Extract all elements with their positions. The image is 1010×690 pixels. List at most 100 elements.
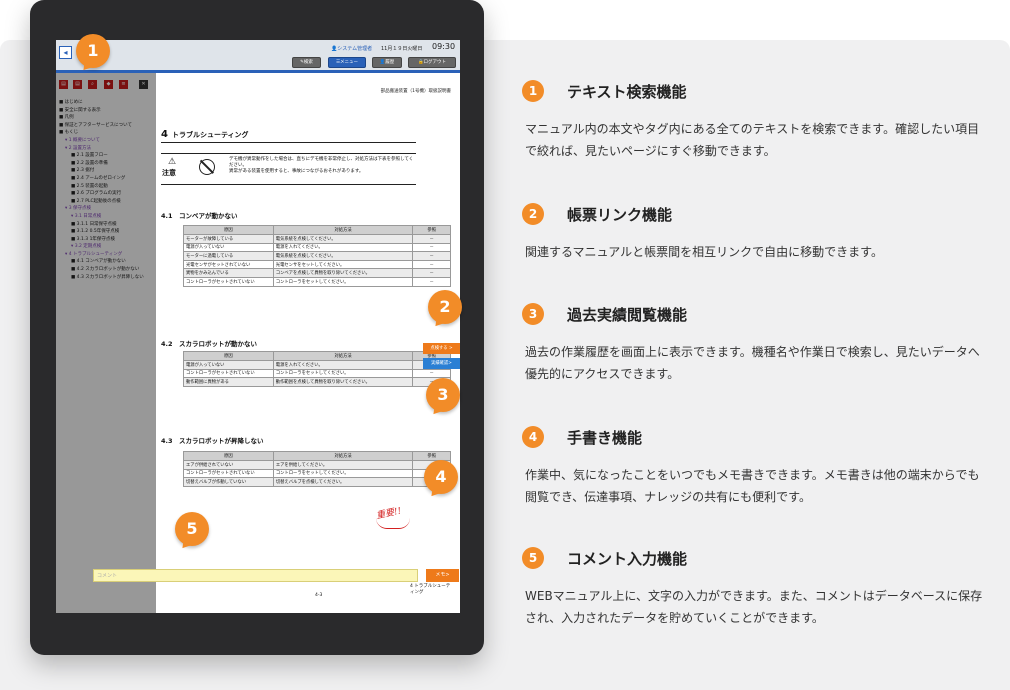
table-cell: － [412, 234, 451, 244]
feature-description: 過去の作業履歴を画面上に表示できます。機種名や作業日で検索し、見たいデータへ優先… [525, 345, 980, 381]
section-title-4-1: 4.1 コンベアが動かない [161, 212, 238, 220]
table-cell: エアを供給してください。 [272, 460, 414, 470]
table-cell: モーターに過電している [183, 251, 274, 261]
table-cell: 電源を入れてください。 [272, 242, 414, 253]
table-cell: コントローラをセットしてください。 [272, 368, 414, 379]
feature-title: 過去実績閲覧機能 [567, 306, 688, 324]
back-icon[interactable]: ◂ [59, 46, 72, 59]
feature-2: 2 帳票リンク機能 関連するマニュアルと帳票間を相互リンクで自由に移動できます。 [522, 203, 982, 273]
feature-description: 作業中、気になったことをいつでもメモ書きできます。メモ書きは他の端末からでも閲覧… [525, 468, 980, 504]
table-cell: コントローラがセットされていない [183, 368, 274, 379]
memo-button[interactable]: メモ> [426, 569, 459, 582]
table-header: 原因 [183, 351, 274, 361]
table-cell: 光電センサがセットされていない [183, 259, 274, 270]
table-cell: － [412, 251, 451, 261]
table-row: 動作範囲に異物がある動作範囲を点検して異物を取り除いてください。－ [183, 377, 451, 387]
table-row: 異物をかみ込んでいる コンベアを点検して異物を取り除いてください。－ [183, 268, 451, 278]
feature-4: 4 手書き機能 作業中、気になったことをいつでもメモ書きできます。メモ書きは他の… [522, 426, 982, 516]
feature-title: テキスト検索機能 [567, 83, 687, 101]
feature-1: 1 テキスト検索機能 マニュアル内の本文やタグ内にある全てのテキストを検索できま… [522, 80, 982, 170]
search-button[interactable]: ✎検索 [292, 57, 321, 68]
callout-badge-3: 3 [426, 378, 460, 412]
table-cell: 動作範囲に異物がある [183, 377, 274, 387]
trouble-table-4-1: 原因 対処方法 参照 モーターが故障している 電気系統を点検してください。－電源が入って… [183, 225, 451, 287]
table-cell: 切替えバルブが作動していない [183, 477, 274, 487]
table-cell: 電気系統を点検してください。 [272, 251, 414, 261]
prohibited-icon [199, 159, 215, 175]
date-label: 11月１９日火曜日 [381, 46, 423, 52]
table-cell: － [412, 276, 451, 287]
chapter-title: トラブルシューティング [171, 131, 249, 139]
table-header: 参照 [412, 451, 451, 461]
feature-number: 5 [522, 547, 544, 569]
page-number: 4-3 [315, 593, 323, 598]
table-cell: － [412, 242, 451, 253]
table-cell: － [412, 368, 451, 379]
warning-box: ⚠ 注意 デモ機が異常動作をした場合は、直ちにデモ機を非常停止し、対処方法は下表… [161, 153, 416, 185]
table-row: 電源が入っていない電源を入れてください。－ [183, 242, 451, 253]
feature-description: WEBマニュアル上に、文字の入力ができます。また、コメントはデータベースに保存さ… [525, 589, 983, 625]
table-cell: コントローラがセットされていない [183, 276, 274, 287]
footer-chapter: 4 トラブルシューティング [410, 584, 451, 595]
inspect-button[interactable]: 点検する > [423, 343, 460, 354]
feature-title: コメント入力機能 [567, 550, 688, 568]
app-header: ◂ 👤システム管理者 11月１９日火曜日 09:30 ✎検索 ☰メニュー 👤履歴… [56, 40, 460, 73]
table-header: 対処方法 [272, 351, 414, 361]
table-header: 参照 [412, 225, 451, 235]
table-row: コントローラがセットされていないコントローラをセットしてください。－ [183, 468, 451, 479]
tablet-screen: ◂ 👤システム管理者 11月１９日火曜日 09:30 ✎検索 ☰メニュー 👤履歴… [56, 40, 460, 613]
table-header: 原因 [183, 451, 274, 461]
section-title-4-3: 4.3 スカラロボットが昇降しない [161, 437, 264, 445]
feature-3: 3 過去実績閲覧機能 過去の作業履歴を画面上に表示できます。機種名や作業日で検索… [522, 303, 982, 393]
trouble-table-4-3: 原因対処方法参照エアが供給されていないエアを供給してください。－コントローラがセ… [183, 451, 451, 487]
callout-badge-1: 1 [76, 34, 110, 68]
section-title-4-2: 4.2 スカラロボットが動かない [161, 340, 258, 348]
warning-label: 注意 [162, 169, 176, 177]
table-cell: モーターが故障している [183, 234, 274, 244]
table-cell: 電源が入っていない [183, 242, 274, 253]
feature-description: 関連するマニュアルと帳票間を相互リンクで自由に移動できます。 [525, 245, 883, 259]
table-row: モーターが故障している 電気系統を点検してください。－ [183, 234, 451, 244]
table-header: 対処方法 [272, 225, 414, 235]
callout-badge-2: 2 [428, 290, 462, 324]
table-header: 原因 [183, 225, 274, 235]
table-cell: 切替えバルブを点検してください。 [272, 477, 414, 487]
warning-triangle-icon: ⚠ [167, 157, 177, 167]
time-label: 09:30 [432, 42, 456, 51]
history-button[interactable]: 👤履歴 [372, 57, 402, 68]
table-row: コントローラがセットされていないコントローラをセットしてください。－ [183, 368, 451, 379]
table-cell: コントローラをセットしてください。 [272, 468, 414, 479]
user-label: システム管理者 [337, 46, 373, 52]
record-check-button[interactable]: 実績確認> [423, 358, 460, 369]
user-name: 👤システム管理者 [331, 46, 373, 52]
table-row: 電源が入っていない電源を入れてください。－ [183, 360, 451, 370]
table-header: 対処方法 [272, 451, 414, 461]
manual-page: 部品搬送装置（1号機）取扱説明書 4 トラブルシューティング ⚠ 注意 デモ機が異… [161, 73, 451, 598]
table-cell: コンベアを点検して異物を取り除いてください。 [272, 268, 414, 278]
feature-title: 帳票リンク機能 [567, 206, 673, 224]
feature-5: 5 コメント入力機能 WEBマニュアル上に、文字の入力ができます。また、コメント… [522, 547, 982, 637]
table-cell: － [412, 259, 451, 270]
callout-badge-4: 4 [424, 460, 458, 494]
comment-input[interactable]: コメント [93, 569, 418, 582]
table-cell: 電気系統を点検してください。 [272, 234, 414, 244]
feature-title: 手書き機能 [567, 429, 643, 447]
table-cell: 動作範囲を点検して異物を取り除いてください。 [272, 377, 414, 387]
table-cell: 異物をかみ込んでいる [183, 268, 274, 278]
logout-button[interactable]: 🔒ログアウト [408, 57, 456, 68]
callout-badge-5: 5 [175, 512, 209, 546]
table-cell: コントローラをセットしてください。 [272, 276, 414, 287]
chapter-heading: 4 トラブルシューティング [161, 129, 416, 143]
table-cell: 電源を入れてください。 [272, 360, 414, 370]
feature-number: 2 [522, 203, 544, 225]
sidebar-dim-overlay [56, 73, 156, 613]
table-cell: コントローラがセットされていない [183, 468, 274, 479]
feature-number: 4 [522, 426, 544, 448]
trouble-table-4-2: 原因対処方法参照電源が入っていない電源を入れてください。－コントローラがセットさ… [183, 351, 451, 387]
warning-text: デモ機が異常動作をした場合は、直ちにデモ機を非常停止し、対処方法は下表を参照して… [229, 157, 414, 174]
table-cell: － [412, 268, 451, 278]
menu-button[interactable]: ☰メニュー [328, 57, 366, 68]
feature-number: 1 [522, 80, 544, 102]
table-row: 切替えバルブが作動していない切替えバルブを点検してください。－ [183, 477, 451, 487]
feature-description: マニュアル内の本文やタグ内にある全てのテキストを検索できます。確認したい項目で絞… [525, 122, 980, 158]
